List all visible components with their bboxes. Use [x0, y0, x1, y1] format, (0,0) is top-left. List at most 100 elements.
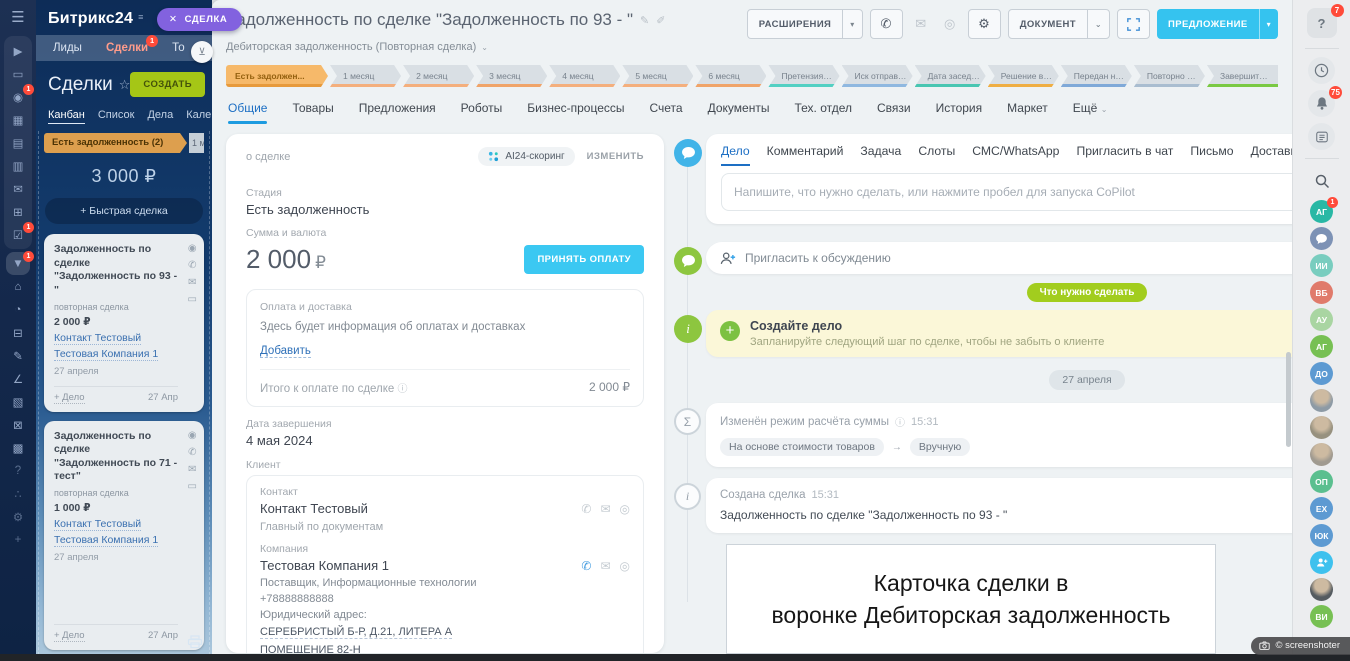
chat-icon[interactable]: ▭	[188, 481, 197, 492]
mail-icon[interactable]: ✉	[6, 177, 30, 200]
fullscreen-button[interactable]	[1117, 9, 1150, 39]
create-todo-title[interactable]: Создайте дело	[750, 319, 1104, 333]
edit-title-icon[interactable]: ✎	[640, 14, 649, 27]
close-date-value[interactable]: 4 мая 2024	[246, 433, 644, 448]
messenger-icon[interactable]: ▭	[6, 62, 30, 85]
extensions-caret-icon[interactable]: ▾	[842, 10, 861, 38]
sign-icon[interactable]: ✎	[6, 344, 30, 367]
copy-link-icon[interactable]: ✐	[656, 14, 665, 27]
tab-invite-chat[interactable]: Пригласить в чат	[1076, 144, 1173, 166]
phone-icon[interactable]: ✆	[581, 502, 591, 516]
chat-button[interactable]: ◎	[939, 16, 961, 32]
pipeline-stage[interactable]: 2 месяц	[403, 65, 474, 87]
document-button[interactable]: ДОКУМЕНТ ⌄	[1008, 9, 1110, 39]
pipeline-stage[interactable]: Решение выне...	[988, 65, 1059, 87]
invite-user-button[interactable]	[1310, 551, 1333, 574]
phone-icon[interactable]: ✆	[188, 260, 197, 271]
deal-card-company-link[interactable]: Тестовая Компания 1	[54, 534, 158, 547]
live-icon[interactable]: ▶	[6, 39, 30, 62]
pipeline-stage[interactable]: Повторно на и...	[1134, 65, 1205, 87]
tab-tech-dept[interactable]: Тех. отдел	[794, 101, 852, 124]
shop-icon[interactable]: ⊟	[6, 321, 30, 344]
tab-market[interactable]: Маркет	[1007, 101, 1048, 124]
tab-general[interactable]: Общие	[228, 101, 267, 124]
event-sum-mode-changed[interactable]: Изменён режим расчёта суммы ⓘ 15:31 На о…	[706, 403, 1292, 467]
tab-invoices[interactable]: Счета	[650, 101, 683, 124]
tasks-icon[interactable]: ☑1	[6, 223, 30, 246]
offer-caret-icon[interactable]: ▾	[1259, 9, 1278, 39]
analytics-icon[interactable]: ∠	[6, 367, 30, 390]
tab-history[interactable]: История	[936, 101, 983, 124]
tab-task[interactable]: Задача	[860, 144, 901, 166]
tab-deals[interactable]: Сделки1	[106, 42, 148, 54]
menu-burger-icon[interactable]: ☰	[11, 8, 24, 26]
avatar-photo[interactable]	[1310, 443, 1333, 466]
deal-amount[interactable]: 2 000₽	[246, 244, 326, 275]
messenger-icon[interactable]: ◎	[620, 502, 630, 516]
tab-more[interactable]: Ещё ⌄	[1073, 101, 1108, 124]
tab-mail[interactable]: Письмо	[1190, 144, 1233, 166]
accept-payment-button[interactable]: ПРИНЯТЬ ОПЛАТУ	[524, 245, 644, 274]
avatar[interactable]: ДО	[1310, 362, 1333, 385]
company-address-line[interactable]: ПОМЕЩЕНИЕ 82-Н	[260, 644, 361, 653]
company-name[interactable]: Тестовая Компания 1	[260, 558, 389, 573]
avatar[interactable]: АГ	[1310, 335, 1333, 358]
bell-icon[interactable]: 75	[1308, 90, 1335, 117]
create-deal-button[interactable]: СОЗДАТЬ	[130, 72, 205, 97]
chat-avatar[interactable]	[1310, 227, 1333, 250]
tab-leads[interactable]: Лиды	[53, 42, 82, 54]
avatar[interactable]: ИИ	[1310, 254, 1333, 277]
deal-slider-pill[interactable]: ✕ СДЕЛКА	[157, 8, 242, 31]
avatar[interactable]: АУ	[1310, 308, 1333, 331]
pipeline-stage[interactable]: 5 месяц	[622, 65, 693, 87]
pipeline-stage[interactable]: 1 месяц	[330, 65, 401, 87]
deal-card-contact-link[interactable]: Контакт Тестовый	[54, 332, 141, 345]
tab-delivery[interactable]: Доставка	[1251, 144, 1292, 166]
documents-icon[interactable]: ▤	[6, 131, 30, 154]
tab-third[interactable]: То	[172, 42, 185, 54]
chat-icon[interactable]: ◉1	[6, 85, 30, 108]
crm-icon[interactable]: ▼1	[6, 252, 30, 275]
deal-card[interactable]: Задолженность по сделке "Задолженность п…	[44, 421, 204, 651]
deal-card-contact-link[interactable]: Контакт Тестовый	[54, 518, 141, 531]
avatar[interactable]: ОП	[1310, 470, 1333, 493]
close-icon[interactable]: ✕	[169, 14, 178, 25]
pipeline-stage[interactable]: Иск отправлен	[842, 65, 913, 87]
tab-documents[interactable]: Документы	[708, 101, 770, 124]
phone-icon[interactable]: ✆	[188, 447, 197, 458]
pipeline-stage[interactable]: Претензия отп...	[768, 65, 839, 87]
tab-products[interactable]: Товары	[292, 101, 333, 124]
ai-scoring-button[interactable]: AI24-скоринг	[478, 147, 574, 166]
market-icon[interactable]: ⌂	[6, 275, 30, 298]
tab-quotes[interactable]: Предложения	[359, 101, 436, 124]
event-deal-created[interactable]: Создана сделка 15:31 Задолженность по сд…	[706, 478, 1292, 533]
add-activity-link[interactable]: + Дело	[54, 392, 85, 404]
minimize-button[interactable]: ⊻	[191, 41, 213, 63]
funnel-breadcrumb[interactable]: Дебиторская задолженность (Повторная сде…	[226, 41, 1278, 53]
tab-bizproc[interactable]: Бизнес-процессы	[527, 101, 624, 124]
phone-icon[interactable]: ✆	[581, 559, 591, 573]
settings-button[interactable]: ⚙	[968, 9, 1001, 39]
workgroups-icon[interactable]: ⊞	[6, 200, 30, 223]
add-icon[interactable]: +	[6, 528, 30, 551]
stage-value[interactable]: Есть задолженность	[246, 202, 644, 217]
avatar-photo[interactable]	[1310, 389, 1333, 412]
favorite-star-icon[interactable]: ☆	[119, 77, 131, 93]
robot-toggle-icon[interactable]: ◉	[188, 243, 197, 254]
avatar-photo[interactable]	[1310, 578, 1333, 601]
tab-slots[interactable]: Слоты	[918, 144, 955, 166]
view-tab-kanban[interactable]: Канбан	[48, 109, 85, 124]
help-icon[interactable]: ?	[6, 459, 30, 482]
avatar-photo[interactable]	[1310, 416, 1333, 439]
pipeline-stage[interactable]: 3 месяц	[476, 65, 547, 87]
deal-card[interactable]: Задолженность по сделке "Задолженность п…	[44, 234, 204, 412]
invite-discussion-button[interactable]: Пригласить к обсуждению	[706, 242, 1292, 274]
offer-button[interactable]: ПРЕДЛОЖЕНИЕ ▾	[1157, 9, 1278, 39]
apps-icon[interactable]: ▩	[6, 436, 30, 459]
info-icon[interactable]: ⓘ	[398, 384, 408, 395]
view-tab-activities[interactable]: Дела	[147, 109, 173, 124]
mail-button[interactable]: ✉	[910, 16, 932, 32]
pipeline-stage[interactable]: Дата заседани...	[915, 65, 986, 87]
quick-deal-button[interactable]: + Быстрая сделка	[45, 198, 203, 224]
mail-icon[interactable]: ✉	[188, 277, 197, 288]
